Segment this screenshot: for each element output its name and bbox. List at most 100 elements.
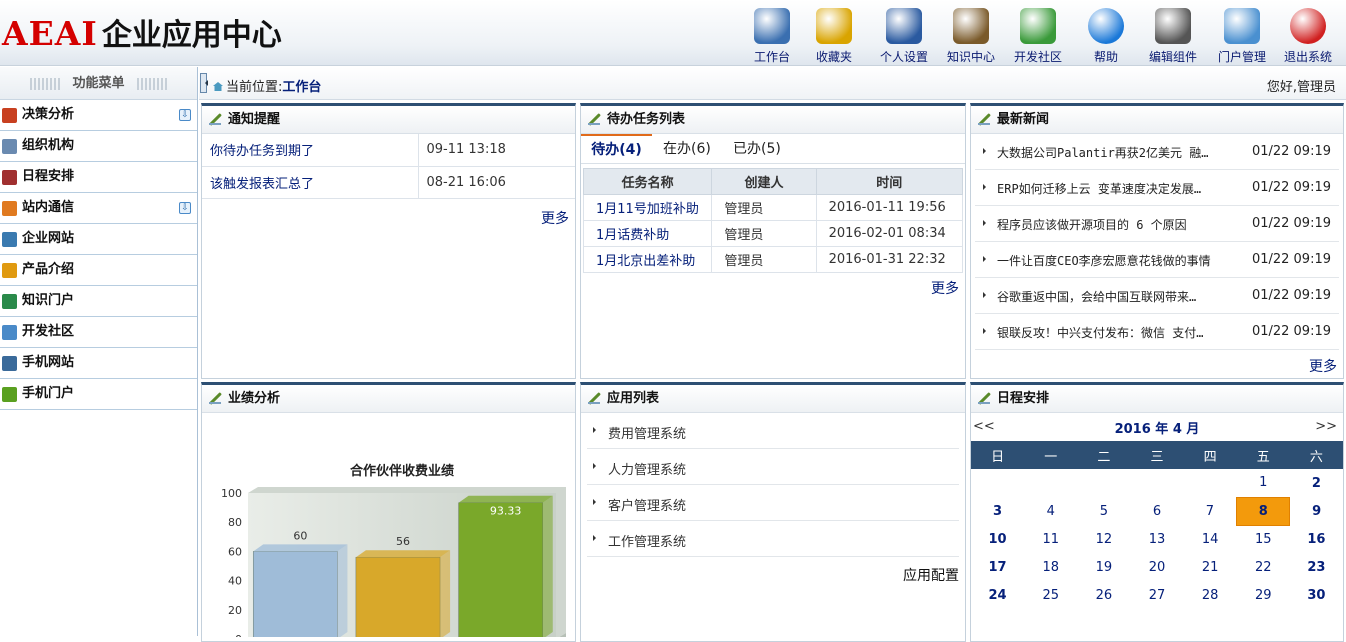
next-month-button[interactable]: >> — [1315, 419, 1337, 434]
calendar-day[interactable]: 30 — [1290, 581, 1343, 609]
app-name[interactable]: 人力管理系统 — [608, 459, 686, 478]
app-item[interactable]: 人力管理系统 — [587, 449, 959, 485]
calendar-day[interactable]: 2 — [1290, 469, 1343, 497]
table-row[interactable]: 1月北京出差补助 管理员 2016-01-31 22:32 — [582, 246, 964, 273]
calendar-day[interactable]: 26 — [1077, 581, 1130, 609]
calendar-day[interactable]: 11 — [1024, 525, 1077, 553]
notice-text[interactable]: 你待办任务到期了 — [202, 134, 419, 167]
calendar-day[interactable]: 10 — [971, 525, 1024, 553]
expand-icon[interactable]: ⇩ — [179, 109, 191, 121]
app-item[interactable]: 费用管理系统 — [587, 413, 959, 449]
schedule-icon — [2, 170, 17, 185]
news-more-link[interactable]: 更多 — [1309, 356, 1337, 376]
calendar-day[interactable]: 9 — [1290, 497, 1343, 525]
calendar-day[interactable]: 24 — [971, 581, 1024, 609]
calendar-day[interactable]: 27 — [1130, 581, 1183, 609]
nav-home[interactable]: 工作台 — [741, 6, 803, 65]
news-item[interactable]: ERP如何迁移上云 变革速度决定发展… 01/22 09:19 — [975, 170, 1339, 206]
news-item[interactable]: 大数据公司Palantir再获2亿美元 融… 01/22 09:19 — [975, 134, 1339, 170]
calendar-day[interactable]: 21 — [1184, 553, 1237, 581]
tasks-more-link[interactable]: 更多 — [931, 278, 959, 298]
calendar-day[interactable]: 4 — [1024, 497, 1077, 525]
sidebar-item-message[interactable]: 站内通信 ⇩ — [0, 193, 197, 224]
expand-icon[interactable]: ⇩ — [179, 202, 191, 214]
nav-star-book[interactable]: 收藏夹 — [803, 6, 865, 65]
news-title[interactable]: 银联反攻！中兴支付发布：微信 支付… — [997, 324, 1229, 341]
sidebar-item-schedule[interactable]: 日程安排 — [0, 162, 197, 193]
task-name[interactable]: 1月话费补助 — [582, 220, 713, 247]
news-item[interactable]: 一件让百度CEO李彦宏愿意花钱做的事情 01/22 09:19 — [975, 242, 1339, 278]
calendar-day[interactable]: 25 — [1024, 581, 1077, 609]
app-item[interactable]: 工作管理系统 — [587, 521, 959, 557]
nav-help[interactable]: 帮助 — [1075, 6, 1137, 65]
news-item[interactable]: 程序员应该做开源项目的 6 个原因 01/22 09:19 — [975, 206, 1339, 242]
calendar-day[interactable]: 14 — [1184, 525, 1237, 553]
column-header: 创建人 — [711, 168, 817, 195]
app-item[interactable]: 客户管理系统 — [587, 485, 959, 521]
tab-todo[interactable]: 待办(4) — [581, 134, 652, 164]
news-title[interactable]: ERP如何迁移上云 变革速度决定发展… — [997, 180, 1229, 197]
collapse-sidebar-button[interactable] — [200, 73, 208, 93]
top-nav: 工作台 收藏夹 个人设置 知识中心 开发社区 帮助 编辑组件 门户管理 退出系统 — [741, 6, 1341, 64]
sidebar-item-phone-portal[interactable]: 手机门户 — [0, 379, 197, 410]
nav-community[interactable]: 开发社区 — [1007, 6, 1069, 65]
table-row[interactable]: 1月11号加班补助 管理员 2016-01-11 19:56 — [582, 194, 964, 221]
news-title[interactable]: 大数据公司Palantir再获2亿美元 融… — [997, 144, 1229, 161]
sidebar-item-calendar-org[interactable]: 组织机构 — [0, 131, 197, 162]
bar-top — [458, 495, 553, 503]
sidebar-item-bar-chart[interactable]: 决策分析 ⇩ — [0, 100, 197, 131]
bar-top — [253, 544, 348, 552]
app-config-link[interactable]: 应用配置 — [903, 565, 959, 585]
calendar-day[interactable]: 15 — [1237, 525, 1290, 553]
table-row[interactable]: 1月话费补助 管理员 2016-02-01 08:34 — [582, 220, 964, 247]
calendar-nav: << 2016 年 4 月 >> — [971, 413, 1343, 441]
calendar-day[interactable]: 13 — [1130, 525, 1183, 553]
calendar-day[interactable]: 7 — [1184, 497, 1237, 525]
notice-text[interactable]: 该触发报表汇总了 — [202, 166, 419, 199]
task-name[interactable]: 1月北京出差补助 — [582, 246, 713, 273]
task-name[interactable]: 1月11号加班补助 — [582, 194, 713, 221]
news-title[interactable]: 一件让百度CEO李彦宏愿意花钱做的事情 — [997, 252, 1229, 269]
nav-gears[interactable]: 门户管理 — [1211, 6, 1273, 65]
calendar-day[interactable]: 12 — [1077, 525, 1130, 553]
sidebar-item-phone[interactable]: 手机网站 — [0, 348, 197, 379]
news-title[interactable]: 谷歌重返中国，会给中国互联网带来… — [997, 288, 1229, 305]
tab-done[interactable]: 已办(5) — [733, 134, 781, 164]
calendar-day[interactable]: 1 — [1237, 469, 1290, 497]
calendar-day[interactable]: 23 — [1290, 553, 1343, 581]
calendar-day[interactable]: 20 — [1130, 553, 1183, 581]
sidebar-item-people[interactable]: 开发社区 — [0, 317, 197, 348]
calendar-day[interactable]: 17 — [971, 553, 1024, 581]
sidebar-item-knowledge[interactable]: 知识门户 — [0, 286, 197, 317]
news-item[interactable]: 银联反攻！中兴支付发布：微信 支付… 01/22 09:19 — [975, 314, 1339, 350]
calendar-day[interactable]: 19 — [1077, 553, 1130, 581]
app-name[interactable]: 费用管理系统 — [608, 423, 686, 442]
notice-time: 08-21 16:06 — [418, 166, 575, 199]
app-name[interactable]: 工作管理系统 — [608, 531, 686, 550]
nav-edit[interactable]: 编辑组件 — [1142, 6, 1204, 65]
calendar-day[interactable]: 16 — [1290, 525, 1343, 553]
sidebar-item-globe[interactable]: 企业网站 — [0, 224, 197, 255]
calendar-day[interactable]: 29 — [1237, 581, 1290, 609]
calendar-day[interactable]: 6 — [1130, 497, 1183, 525]
news-title[interactable]: 程序员应该做开源项目的 6 个原因 — [997, 216, 1229, 233]
app-name[interactable]: 客户管理系统 — [608, 495, 686, 514]
notice-row[interactable]: 该触发报表汇总了 08-21 16:06 — [202, 166, 575, 199]
notice-table: 你待办任务到期了 09-11 13:18 该触发报表汇总了 08-21 16:06 — [202, 134, 575, 199]
notice-more-link[interactable]: 更多 — [541, 208, 569, 228]
brand-name: AEAI — [2, 14, 98, 53]
breadcrumb-current[interactable]: 工作台 — [282, 80, 321, 95]
news-item[interactable]: 谷歌重返中国，会给中国互联网带来… 01/22 09:19 — [975, 278, 1339, 314]
tab-in-progress[interactable]: 在办(6) — [663, 134, 711, 164]
calendar-day[interactable]: 8 — [1236, 496, 1291, 526]
nav-books[interactable]: 知识中心 — [940, 6, 1002, 65]
sidebar-item-product[interactable]: 产品介绍 — [0, 255, 197, 286]
calendar-day[interactable]: 3 — [971, 497, 1024, 525]
calendar-day[interactable]: 18 — [1024, 553, 1077, 581]
calendar-day[interactable]: 28 — [1184, 581, 1237, 609]
nav-power[interactable]: 退出系统 — [1277, 6, 1339, 65]
calendar-day[interactable]: 5 — [1077, 497, 1130, 525]
nav-user-settings[interactable]: 个人设置 — [873, 6, 935, 65]
notice-row[interactable]: 你待办任务到期了 09-11 13:18 — [202, 134, 575, 167]
calendar-day[interactable]: 22 — [1237, 553, 1290, 581]
